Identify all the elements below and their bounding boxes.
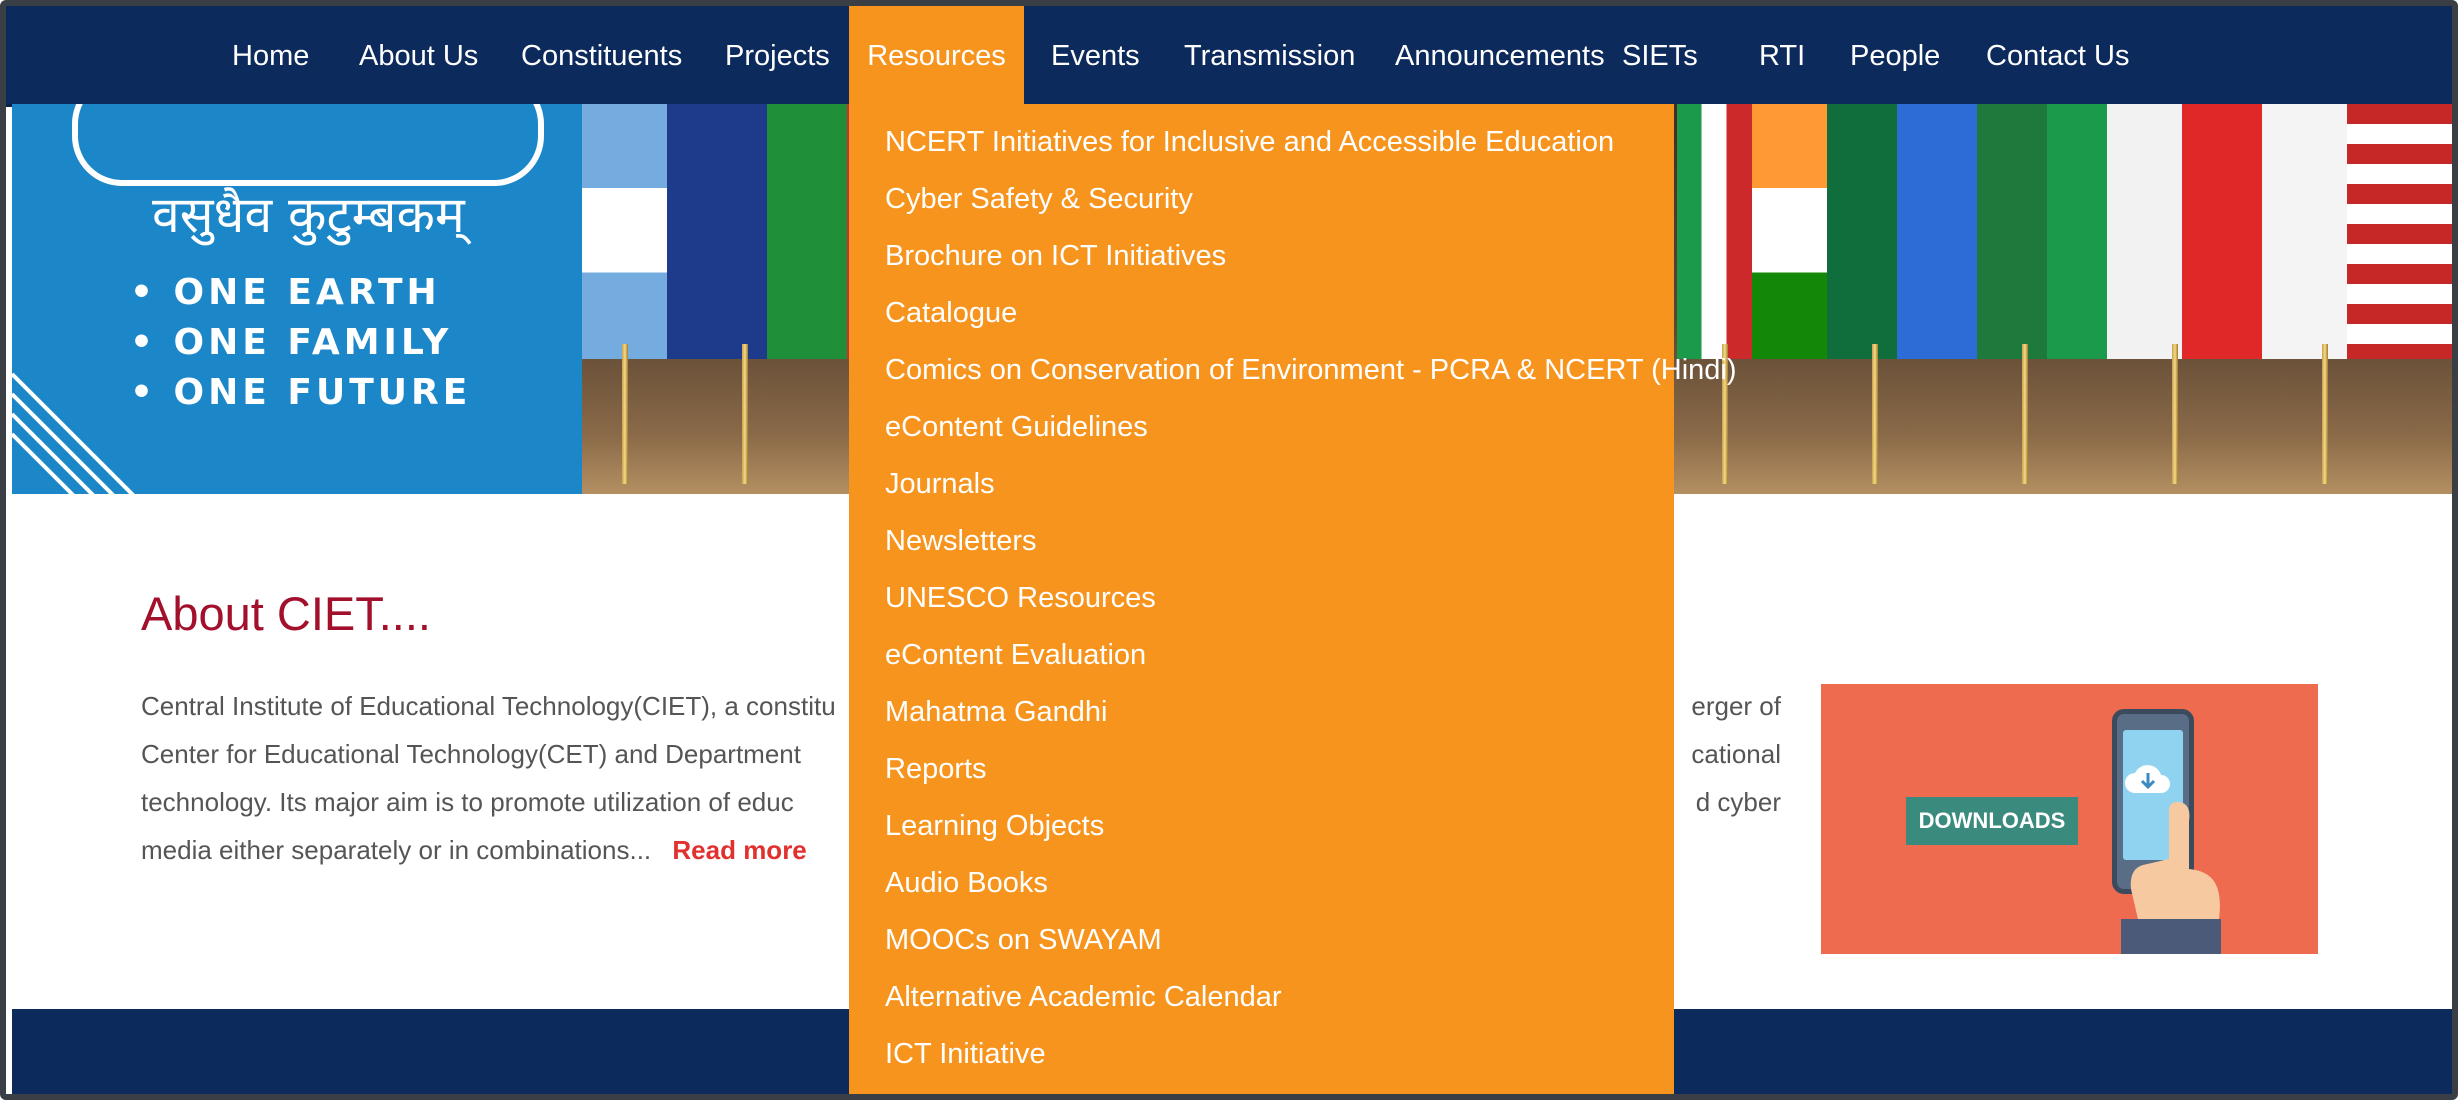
menu-item-unesco-resources[interactable]: UNESCO Resources <box>885 582 1156 615</box>
nav-contact-us[interactable]: Contact Us <box>1986 6 2129 104</box>
menu-item-cyber-safety[interactable]: Cyber Safety & Security <box>885 183 1193 216</box>
flag-pole <box>622 344 628 484</box>
nav-events[interactable]: Events <box>1051 6 1140 104</box>
flag-pole <box>1872 344 1878 484</box>
menu-item-brochure-ict[interactable]: Brochure on ICT Initiatives <box>885 240 1226 273</box>
menu-item-newsletters[interactable]: Newsletters <box>885 525 1037 558</box>
menu-item-journals[interactable]: Journals <box>885 468 995 501</box>
about-paragraph-line-end: cational <box>1691 739 1781 769</box>
flag-image <box>2047 104 2107 359</box>
about-paragraph-line-end: d cyber <box>1695 787 1781 817</box>
menu-item-learning-objects[interactable]: Learning Objects <box>885 810 1104 843</box>
flag-image <box>2182 104 2262 359</box>
banner-bullet-one-family: • ONE FAMILY <box>130 322 453 363</box>
nav-projects[interactable]: Projects <box>725 6 830 104</box>
menu-item-reports[interactable]: Reports <box>885 753 987 786</box>
banner-sanskrit-motto: वसुधैव कुटुम्बकम् <box>152 186 465 244</box>
menu-item-econtent-guidelines[interactable]: eContent Guidelines <box>885 411 1148 444</box>
menu-item-ncert-inclusive-education[interactable]: NCERT Initiatives for Inclusive and Acce… <box>885 126 1614 159</box>
cloud-download-icon <box>2125 765 2170 793</box>
flag-image <box>1752 104 1827 359</box>
downloads-banner[interactable]: DOWNLOADS <box>1821 684 2318 954</box>
flag-image <box>2107 104 2182 359</box>
page-frame: Home About Us Constituents Projects Reso… <box>0 0 2458 1100</box>
nav-rti[interactable]: RTI <box>1759 6 1805 104</box>
flag-image <box>1677 104 1752 359</box>
nav-people[interactable]: People <box>1850 6 1940 104</box>
nav-home[interactable]: Home <box>232 6 309 104</box>
resources-dropdown-menu: NCERT Initiatives for Inclusive and Acce… <box>849 104 1737 1094</box>
menu-item-catalogue[interactable]: Catalogue <box>885 297 1017 330</box>
flag-image <box>667 104 767 359</box>
menu-item-moocs-swayam[interactable]: MOOCs on SWAYAM <box>885 924 1162 957</box>
menu-item-econtent-evaluation[interactable]: eContent Evaluation <box>885 639 1146 672</box>
flag-image <box>582 104 667 359</box>
nav-siets[interactable]: SIETs <box>1622 6 1698 104</box>
menu-item-audio-books[interactable]: Audio Books <box>885 867 1048 900</box>
read-more-link[interactable]: Read more <box>672 835 806 865</box>
flag-image <box>767 104 847 359</box>
flag-image <box>2262 104 2347 359</box>
banner-left-panel: वसुधैव कुटुम्बकम् • ONE EARTH • ONE FAMI… <box>12 104 582 494</box>
about-paragraph-text: media either separately or in combinatio… <box>141 835 652 865</box>
banner-stripes-decoration <box>12 372 135 494</box>
nav-announcements[interactable]: Announcements <box>1395 6 1605 104</box>
flag-image <box>1827 104 1897 359</box>
flag-image <box>1977 104 2047 359</box>
about-ciet-heading: About CIET.... <box>141 587 431 640</box>
top-navigation: Home About Us Constituents Projects Reso… <box>6 6 2452 107</box>
nav-about-us[interactable]: About Us <box>359 6 478 104</box>
nav-transmission[interactable]: Transmission <box>1184 6 1355 104</box>
nav-resources[interactable]: Resources <box>849 6 1024 104</box>
downloads-label: DOWNLOADS <box>1906 797 2078 845</box>
flag-image <box>2347 104 2452 359</box>
flag-pole <box>742 344 748 484</box>
banner-bullet-one-future: • ONE FUTURE <box>130 372 472 413</box>
flag-pole <box>2172 344 2178 484</box>
flag-pole <box>2322 344 2328 484</box>
banner-bullet-one-earth: • ONE EARTH <box>130 272 441 313</box>
banner-pill-shape <box>72 104 544 186</box>
about-paragraph-line-end: erger of <box>1691 691 1781 721</box>
hand-icon <box>2121 801 2221 954</box>
menu-item-ict-initiative[interactable]: ICT Initiative <box>885 1038 1046 1071</box>
menu-item-comics-environment[interactable]: Comics on Conservation of Environment - … <box>885 354 1737 387</box>
flag-image <box>1897 104 1977 359</box>
menu-item-alternative-calendar[interactable]: Alternative Academic Calendar <box>885 981 1282 1014</box>
nav-constituents[interactable]: Constituents <box>521 6 682 104</box>
about-paragraph-line: media either separately or in combinatio… <box>141 826 807 874</box>
menu-item-mahatma-gandhi[interactable]: Mahatma Gandhi <box>885 696 1107 729</box>
flag-pole <box>2022 344 2028 484</box>
